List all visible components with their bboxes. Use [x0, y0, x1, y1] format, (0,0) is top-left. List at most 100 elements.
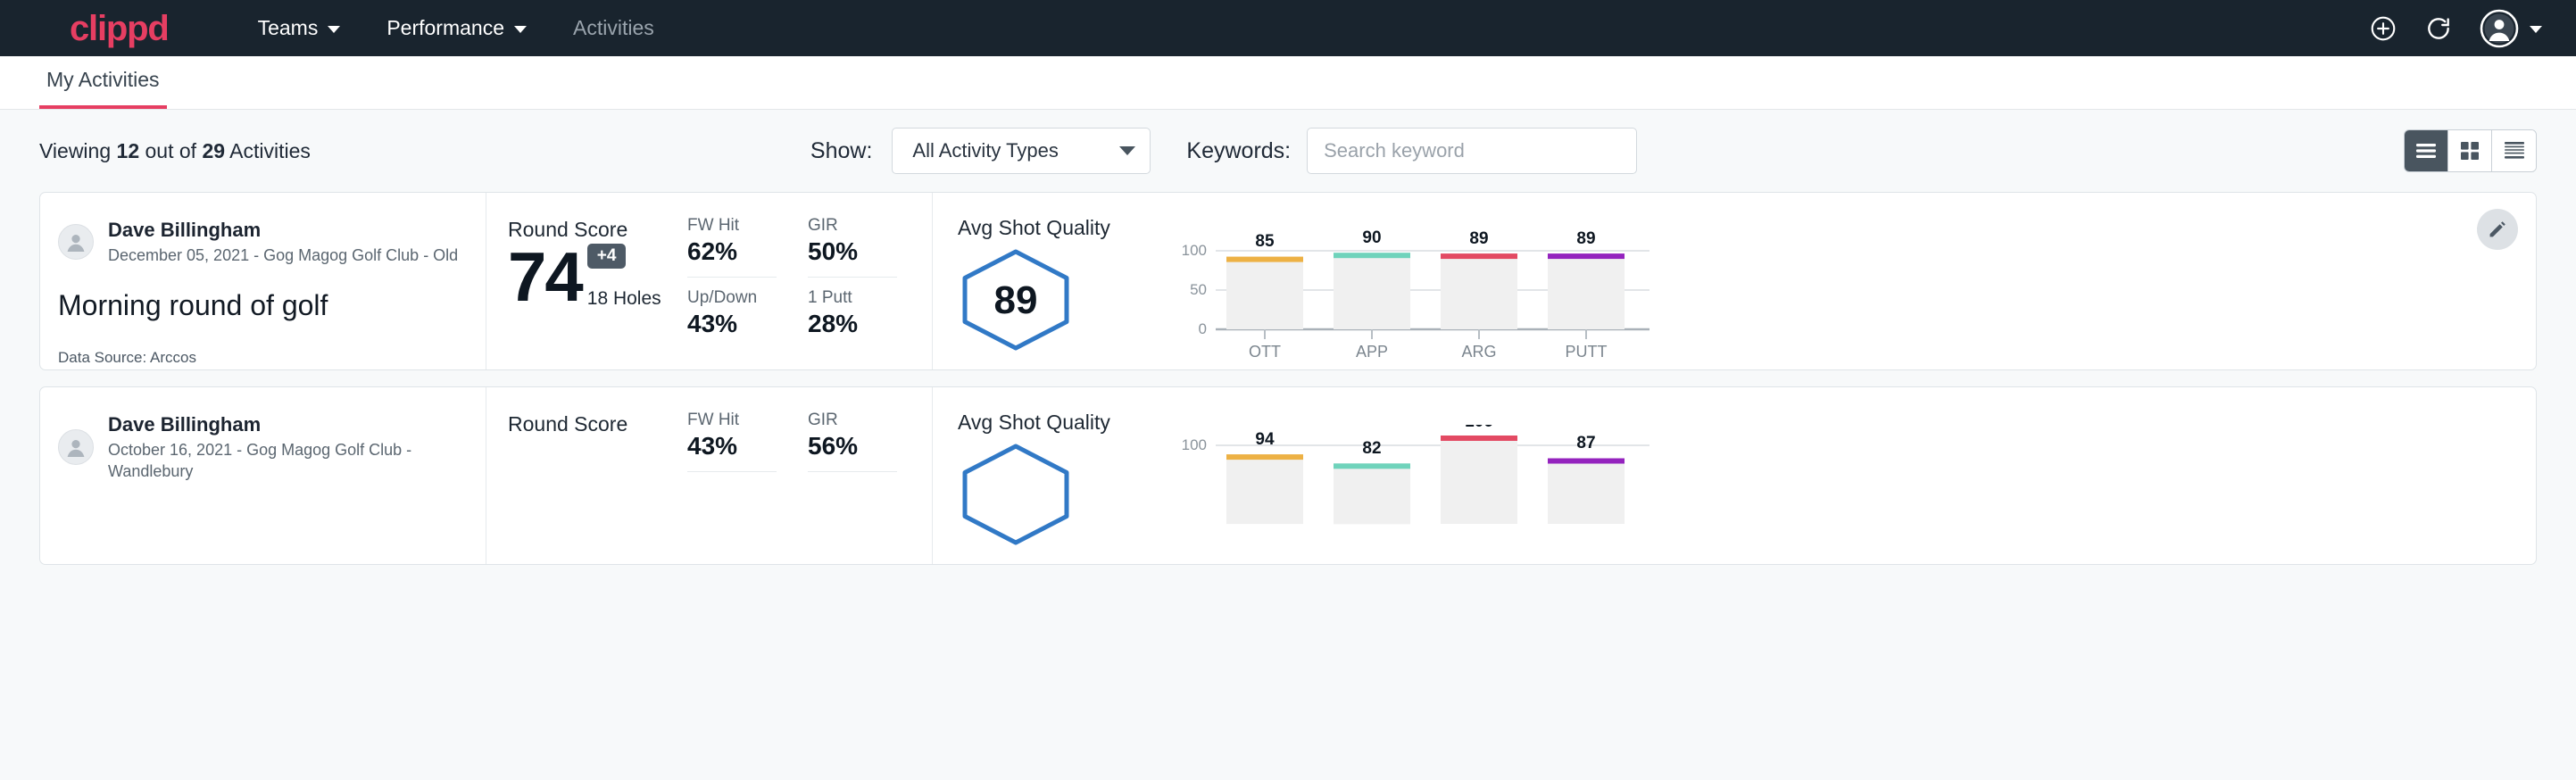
shot-quality-bar-chart: 100 94 82 106 87 — [1168, 411, 2536, 564]
stat-1-putt-value: 28% — [808, 310, 897, 338]
chevron-down-icon — [1119, 146, 1135, 155]
nav-item-activities-label: Activities — [573, 16, 654, 40]
viewing-suffix: Activities — [225, 139, 311, 162]
round-score-section: Round Score — [486, 387, 687, 564]
stat-gir: GIR 50% — [808, 216, 897, 278]
score-differential-badge: +4 — [587, 244, 627, 269]
detail-view-toggle[interactable] — [2492, 130, 2536, 171]
view-mode-toggle-group — [2404, 129, 2537, 172]
chevron-down-icon — [514, 26, 527, 33]
bar-cap-arg — [1441, 253, 1517, 259]
activity-type-select[interactable]: All Activity Types — [892, 128, 1151, 174]
bar-label-ott: 94 — [1255, 430, 1275, 449]
round-score-row: 74 +4 18 Holes — [508, 244, 687, 310]
activity-card[interactable]: Dave Billingham October 16, 2021 - Gog M… — [39, 386, 2537, 565]
player-name: Dave Billingham — [108, 218, 458, 243]
filter-bar: Viewing 12 out of 29 Activities Show: Al… — [39, 110, 2537, 192]
avg-shot-quality-section: Avg Shot Quality 89 100 50 0 — [933, 193, 2536, 369]
viewing-count-text: Viewing 12 out of 29 Activities — [39, 139, 311, 163]
tab-strip: My Activities — [0, 56, 2576, 110]
add-icon[interactable] — [2369, 14, 2397, 43]
stat-gir-value: 50% — [808, 237, 897, 266]
round-score-label: Round Score — [508, 412, 687, 436]
list-view-toggle[interactable] — [2405, 130, 2448, 171]
bar-cap-app — [1334, 253, 1410, 258]
bar-label-app: 82 — [1362, 439, 1381, 458]
stat-fw-hit-label: FW Hit — [687, 411, 777, 430]
activity-card-summary: Dave Billingham October 16, 2021 - Gog M… — [40, 387, 486, 564]
viewing-mid: out of — [139, 139, 202, 162]
edit-activity-button[interactable] — [2477, 209, 2518, 250]
activity-card-summary: Dave Billingham December 05, 2021 - Gog … — [40, 193, 486, 369]
bar-cap-putt — [1548, 459, 1625, 464]
account-avatar-icon — [2480, 9, 2519, 48]
stat-up-down-label: Up/Down — [687, 288, 777, 308]
cat-label-putt: PUTT — [1566, 343, 1608, 361]
player-identity: Dave Billingham December 05, 2021 - Gog … — [58, 218, 486, 266]
bar-label-ott: 85 — [1255, 232, 1275, 251]
top-action-group — [2369, 9, 2542, 48]
tab-my-activities[interactable]: My Activities — [39, 68, 167, 109]
keywords-label: Keywords: — [1186, 138, 1291, 164]
activity-meta: December 05, 2021 - Gog Magog Golf Club … — [108, 245, 458, 266]
bar-putt — [1548, 459, 1625, 525]
bar-cap-arg — [1441, 436, 1517, 441]
avg-shot-quality-value: 89 — [994, 278, 1038, 322]
bar-putt — [1548, 253, 1625, 329]
stat-gir-label: GIR — [808, 216, 897, 236]
bar-arg — [1441, 253, 1517, 329]
avg-shot-quality-label: Avg Shot Quality — [958, 411, 1168, 435]
refresh-icon[interactable] — [2424, 14, 2453, 43]
y-tick-100: 100 — [1182, 436, 1207, 453]
player-identity: Dave Billingham October 16, 2021 - Gog M… — [58, 412, 486, 482]
stat-fw-hit: FW Hit 62% — [687, 216, 777, 278]
grid-view-toggle[interactable] — [2448, 130, 2492, 171]
cat-label-ott: OTT — [1249, 343, 1281, 361]
stat-fw-hit-label: FW Hit — [687, 216, 777, 236]
chevron-down-icon — [2530, 26, 2542, 33]
stat-fw-hit-value: 62% — [687, 237, 777, 266]
bar-cap-ott — [1226, 454, 1303, 460]
chevron-down-icon — [328, 26, 340, 33]
avg-shot-quality-hex-wrap: Avg Shot Quality 89 — [958, 216, 1168, 369]
activity-type-select-value: All Activity Types — [912, 139, 1119, 162]
round-score-section: Round Score 74 +4 18 Holes — [486, 193, 687, 369]
activity-card[interactable]: Dave Billingham December 05, 2021 - Gog … — [39, 192, 2537, 370]
bar-cap-app — [1334, 463, 1410, 469]
account-menu[interactable] — [2480, 9, 2542, 48]
stat-1-putt: 1 Putt 28% — [808, 288, 897, 338]
stat-gir-label: GIR — [808, 411, 897, 430]
player-identity-text: Dave Billingham December 05, 2021 - Gog … — [108, 218, 458, 266]
pencil-icon — [2487, 219, 2508, 240]
y-tick-0: 0 — [1199, 320, 1207, 337]
bar-ott — [1226, 454, 1303, 524]
cat-label-app: APP — [1356, 343, 1388, 361]
nav-item-performance-label: Performance — [386, 16, 504, 40]
nav-item-teams[interactable]: Teams — [235, 9, 364, 47]
player-name: Dave Billingham — [108, 412, 486, 437]
round-stats-grid: FW Hit 62% GIR 50% Up/Down 43% 1 Putt 28… — [687, 193, 933, 369]
player-identity-text: Dave Billingham October 16, 2021 - Gog M… — [108, 412, 486, 482]
bar-label-arg: 106 — [1465, 425, 1493, 431]
nav-item-performance[interactable]: Performance — [363, 9, 550, 47]
bar-arg — [1441, 436, 1517, 524]
nav-item-activities[interactable]: Activities — [550, 9, 677, 47]
stat-gir-value: 56% — [808, 432, 897, 461]
bar-label-arg: 89 — [1469, 230, 1488, 248]
clippd-logo[interactable]: clippd — [70, 11, 169, 46]
search-input[interactable] — [1307, 128, 1637, 174]
activity-title: Morning round of golf — [58, 289, 486, 322]
show-filter-label: Show: — [810, 138, 872, 164]
bar-cap-ott — [1226, 257, 1303, 262]
shot-quality-chart-svg: 100 94 82 106 87 — [1168, 425, 1667, 557]
viewing-prefix: Viewing — [39, 139, 117, 162]
avg-shot-quality-section: Avg Shot Quality 100 94 82 — [933, 387, 2536, 564]
bar-ott — [1226, 257, 1303, 329]
round-score-value: 74 — [508, 244, 582, 310]
cat-label-arg: ARG — [1461, 343, 1496, 361]
bar-label-putt: 89 — [1576, 230, 1595, 248]
bar-label-app: 90 — [1362, 230, 1381, 247]
stat-1-putt-label: 1 Putt — [808, 288, 897, 308]
bar-cap-putt — [1548, 253, 1625, 259]
page-body: Viewing 12 out of 29 Activities Show: Al… — [0, 110, 2576, 780]
